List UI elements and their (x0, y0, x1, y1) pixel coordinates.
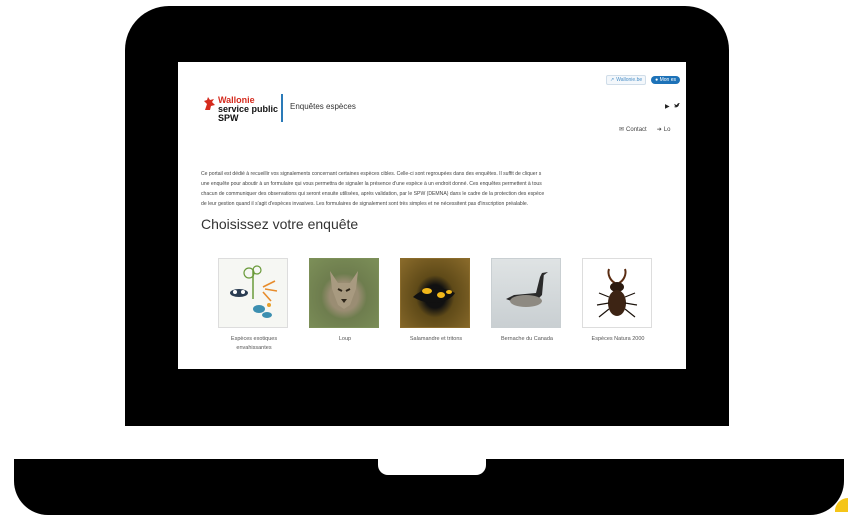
intro-line: chacun de communiquer des observations q… (201, 191, 545, 197)
login-label: Lo (663, 126, 671, 133)
survey-label[interactable]: Loup (309, 335, 381, 344)
survey-card-invasive[interactable]: Espèces exotiques envahissantes (218, 258, 290, 353)
wallonie-link-label: Wallonie.be (616, 76, 643, 83)
logo-line-3: SPW (218, 113, 239, 123)
intro-line: de leur gestion quand il s'agit d'espèce… (201, 201, 529, 207)
intro-line: Ce portail est dédié à recueillir vos si… (201, 171, 542, 177)
header-divider (281, 94, 283, 122)
intro-text: Ce portail est dédié à recueillir vos si… (201, 169, 686, 209)
invasive-species-image[interactable] (218, 258, 288, 328)
mon-espace-button[interactable]: ● Mon es (651, 75, 680, 84)
envelope-icon: ✉ (619, 127, 625, 133)
twitter-icon[interactable] (673, 103, 680, 111)
mon-espace-label: Mon es (659, 76, 676, 83)
top-links: ↗ Wallonie.be ● Mon es (606, 74, 680, 85)
site-title[interactable]: Enquêtes espèces (290, 102, 356, 111)
survey-label[interactable]: Bernache du Canada (491, 335, 563, 344)
rooster-icon (202, 96, 217, 112)
laptop-base (14, 459, 844, 515)
laptop-screen: Wallonie service public SPW Enquêtes esp… (178, 62, 686, 369)
info-icon: ● (655, 76, 659, 83)
contact-label: Contact (626, 126, 647, 133)
survey-card-natura2000[interactable]: Espèces Natura 2000 (582, 258, 654, 344)
utility-nav: ✉ Contact ➜ Lo (619, 126, 671, 134)
survey-card-goose[interactable]: Bernache du Canada (491, 258, 563, 344)
stag-beetle-image[interactable] (582, 258, 652, 328)
spw-logo[interactable]: Wallonie service public SPW (202, 95, 284, 129)
intro-line: une enquête pour aboutir à un formulaire… (201, 181, 542, 187)
sign-in-icon: ➜ (656, 127, 662, 133)
salamander-image[interactable] (400, 258, 470, 328)
survey-label[interactable]: Salamandre et tritons (400, 335, 472, 344)
contact-link[interactable]: ✉ Contact (619, 126, 647, 134)
survey-label[interactable]: Espèces exotiques envahissantes (218, 335, 290, 353)
survey-cards: Espèces exotiques envahissantes Loup Sal… (178, 258, 686, 368)
social-links: ▶ (665, 103, 680, 111)
section-title: Choisissez votre enquête (201, 216, 359, 232)
survey-card-salamander[interactable]: Salamandre et tritons (400, 258, 472, 344)
survey-card-wolf[interactable]: Loup (309, 258, 381, 344)
login-link[interactable]: ➜ Lo (656, 126, 671, 134)
laptop-notch (378, 459, 486, 475)
youtube-icon[interactable]: ▶ (665, 103, 670, 111)
wallonie-link[interactable]: ↗ Wallonie.be (606, 74, 647, 85)
survey-label[interactable]: Espèces Natura 2000 (582, 335, 654, 344)
external-link-icon: ↗ (610, 76, 615, 83)
wolf-image[interactable] (309, 258, 379, 328)
canada-goose-image[interactable] (491, 258, 561, 328)
